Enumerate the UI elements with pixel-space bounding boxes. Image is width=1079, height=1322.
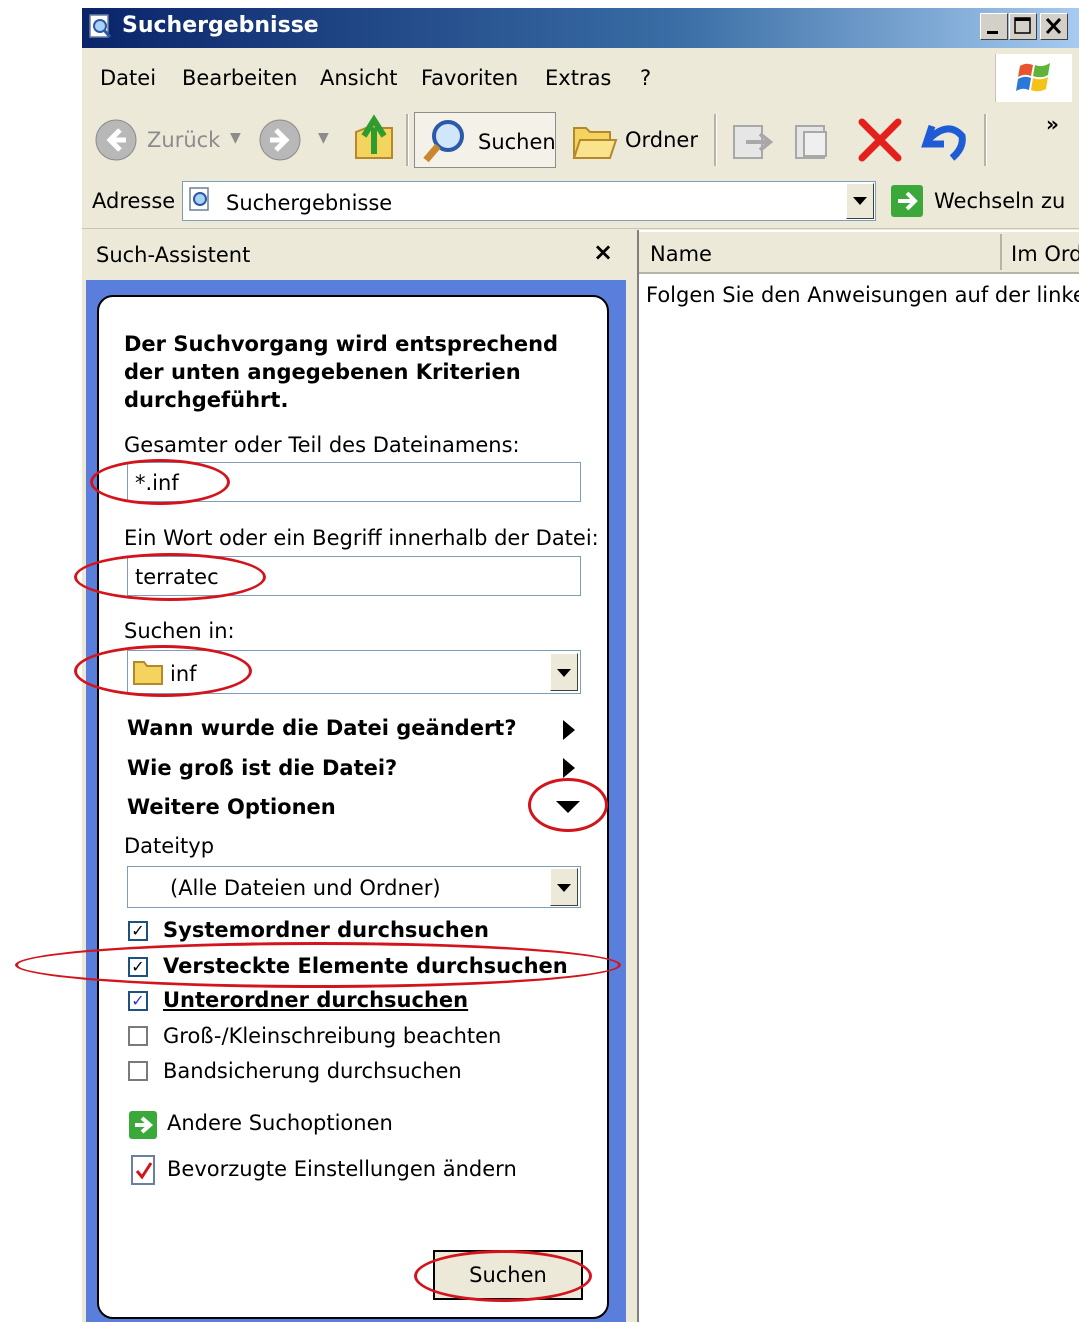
undo-icon[interactable] — [918, 114, 970, 164]
search-in-dropdown-button[interactable] — [550, 653, 578, 691]
back-button-label[interactable]: Zurück — [147, 128, 220, 152]
search-results-icon — [188, 186, 214, 214]
change-preferences-link[interactable]: Bevorzugte Einstellungen ändern — [167, 1157, 517, 1181]
when-modified-link[interactable]: Wann wurde die Datei geändert? — [127, 716, 517, 740]
windows-logo-area — [995, 54, 1072, 102]
green-arrow-icon — [128, 1110, 158, 1144]
windows-flag-icon — [1016, 63, 1050, 92]
word-label: Ein Wort oder ein Begriff innerhalb der … — [124, 526, 599, 550]
go-button-label[interactable]: Wechseln zu — [934, 189, 1065, 213]
minimize-button[interactable] — [980, 13, 1008, 40]
search-window-icon — [88, 13, 114, 41]
address-label: Adresse — [92, 189, 176, 213]
annotation-ellipse — [15, 942, 621, 988]
column-name[interactable]: Name — [650, 242, 712, 266]
maximize-button[interactable] — [1009, 13, 1037, 40]
filename-label: Gesamter oder Teil des Dateinamens: — [124, 433, 520, 457]
forward-dropdown-icon[interactable]: ▼ — [318, 130, 329, 146]
back-dropdown-icon[interactable]: ▼ — [230, 130, 241, 146]
option-tape-backup[interactable]: Bandsicherung durchsuchen — [163, 1059, 462, 1083]
menu-bearbeiten[interactable]: Bearbeiten — [182, 66, 297, 90]
forward-arrow-icon[interactable] — [258, 118, 302, 162]
checkbox-case-sensitive[interactable] — [128, 1026, 148, 1046]
filetype-label: Dateityp — [124, 834, 215, 858]
copy-to-icon[interactable] — [790, 118, 838, 162]
annotation-ellipse — [528, 778, 608, 832]
intro-line: Der Suchvorgang wird entsprechend — [124, 332, 559, 356]
address-dropdown-button[interactable] — [846, 183, 874, 219]
annotation-ellipse — [90, 459, 230, 505]
checkbox-subfolders[interactable]: ✓ — [128, 991, 148, 1011]
folders-icon[interactable] — [570, 118, 618, 162]
address-value: Suchergebnisse — [226, 191, 393, 215]
magnifier-icon — [420, 116, 470, 164]
window-title: Suchergebnisse — [122, 13, 319, 38]
close-window-button[interactable] — [1040, 13, 1068, 40]
option-system-folders[interactable]: Systemordner durchsuchen — [163, 918, 489, 942]
toolbar-overflow-chevron[interactable]: » — [1046, 112, 1059, 136]
menu-favoriten[interactable]: Favoriten — [421, 66, 518, 90]
annotation-ellipse — [74, 553, 266, 601]
toolbar-separator — [984, 114, 987, 166]
results-instructions: Folgen Sie den Anweisungen auf der linke… — [646, 283, 1079, 307]
move-to-icon[interactable] — [728, 118, 776, 162]
search-pane-title: Such-Assistent — [96, 243, 251, 267]
search-intro-text: Der Suchvorgang wird entsprechend der un… — [124, 330, 558, 414]
other-search-options-link[interactable]: Andere Suchoptionen — [167, 1111, 393, 1135]
column-divider[interactable] — [1000, 234, 1002, 270]
checkbox-tape-backup[interactable] — [128, 1061, 148, 1081]
annotation-ellipse — [74, 645, 252, 697]
results-pane — [637, 230, 1079, 1322]
menu-ansicht[interactable]: Ansicht — [320, 66, 398, 90]
file-size-link[interactable]: Wie groß ist die Datei? — [127, 756, 397, 780]
expand-arrow-icon[interactable] — [560, 718, 578, 746]
folder-up-icon[interactable] — [352, 114, 396, 162]
filetype-value: (Alle Dateien und Ordner) — [170, 876, 441, 900]
folders-button-label[interactable]: Ordner — [625, 128, 698, 152]
menu-help[interactable]: ? — [640, 66, 651, 90]
intro-line: der unten angegebenen Kriterien — [124, 360, 521, 384]
back-arrow-icon[interactable] — [94, 118, 138, 162]
menu-datei[interactable]: Datei — [100, 66, 156, 90]
menu-extras[interactable]: Extras — [545, 66, 611, 90]
preferences-icon — [130, 1154, 158, 1190]
delete-icon[interactable] — [856, 116, 904, 164]
search-in-label: Suchen in: — [124, 619, 235, 643]
more-options-link[interactable]: Weitere Optionen — [127, 795, 336, 819]
close-pane-icon[interactable]: × — [593, 238, 613, 266]
go-arrow-icon[interactable] — [890, 184, 924, 218]
toolbar-separator — [714, 114, 717, 166]
option-subfolders[interactable]: Unterordner durchsuchen — [163, 988, 468, 1012]
annotation-ellipse — [414, 1250, 592, 1302]
column-in-folder[interactable]: Im Ord — [1011, 242, 1079, 266]
toolbar-separator — [406, 114, 409, 166]
intro-line: durchgeführt. — [124, 388, 289, 412]
search-button-label[interactable]: Suchen — [478, 130, 556, 154]
option-case-sensitive[interactable]: Groß-/Kleinschreibung beachten — [163, 1024, 501, 1048]
checkbox-system-folders[interactable]: ✓ — [128, 921, 148, 941]
filetype-dropdown-button[interactable] — [550, 868, 578, 906]
